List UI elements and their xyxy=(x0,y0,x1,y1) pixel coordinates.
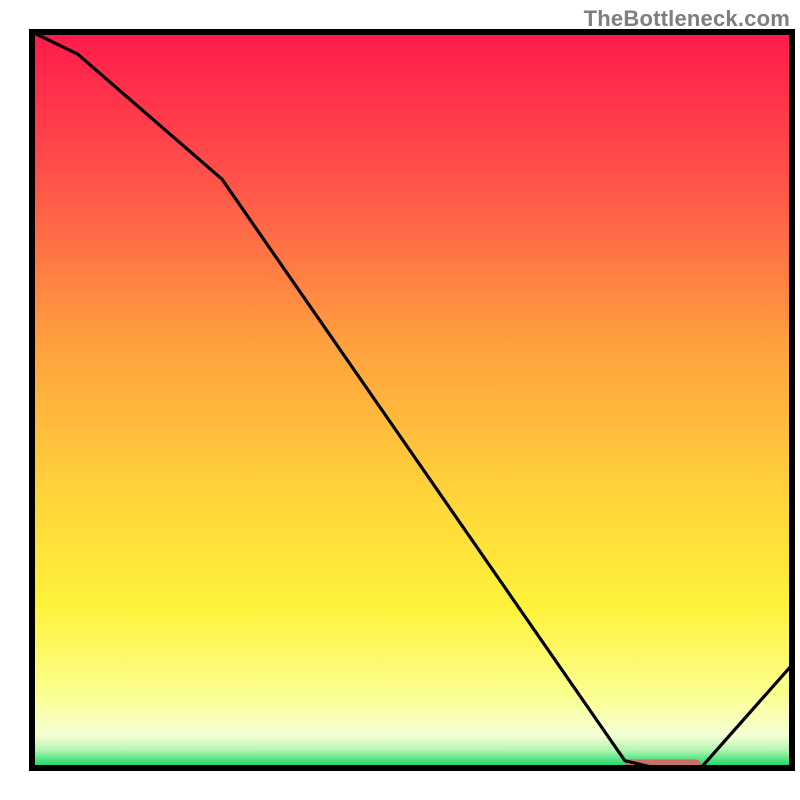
watermark-text: TheBottleneck.com xyxy=(584,6,790,32)
gradient-background xyxy=(32,32,792,768)
chart-container: TheBottleneck.com xyxy=(0,0,800,800)
bottleneck-chart xyxy=(0,0,800,800)
